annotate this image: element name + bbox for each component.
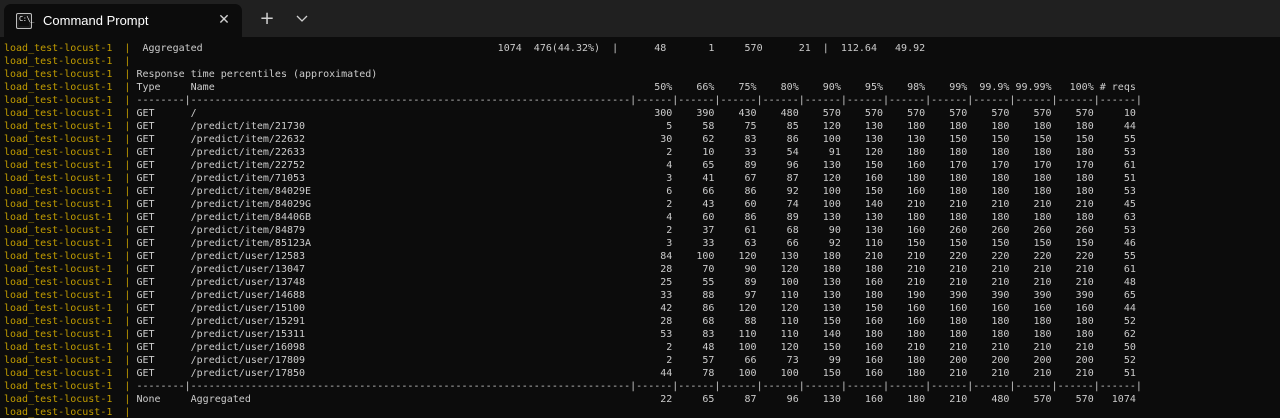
terminal-line: load_test-locust-1 | GET /predict/item/8…: [4, 198, 1280, 211]
terminal-line: load_test-locust-1 | Response time perce…: [4, 68, 1280, 81]
container-prefix: load_test-locust-1 |: [4, 147, 137, 158]
tab-title: Command Prompt: [43, 13, 149, 28]
line-text: GET /predict/item/84406B 4 60 86 89 130 …: [136, 212, 1136, 223]
terminal-line: load_test-locust-1 | GET /predict/user/1…: [4, 302, 1280, 315]
terminal-line: load_test-locust-1 | None Aggregated 22 …: [4, 393, 1280, 406]
line-text: Response time percentiles (approximated): [136, 69, 378, 80]
container-prefix: load_test-locust-1 |: [4, 82, 137, 93]
terminal-line: load_test-locust-1 | GET / 300 390 430 4…: [4, 107, 1280, 120]
terminal-line: load_test-locust-1 | --------|----------…: [4, 380, 1280, 393]
line-text: GET /predict/user/13748 25 55 89 100 130…: [136, 277, 1136, 288]
terminal-line: load_test-locust-1 | GET /predict/user/1…: [4, 354, 1280, 367]
line-text: GET /predict/item/84029G 2 43 60 74 100 …: [136, 199, 1136, 210]
terminal-line: load_test-locust-1 | GET /predict/user/1…: [4, 341, 1280, 354]
container-prefix: load_test-locust-1 |: [4, 264, 137, 275]
line-text: GET /predict/user/17809 2 57 66 73 99 16…: [136, 355, 1136, 366]
container-prefix: load_test-locust-1 |: [4, 381, 137, 392]
container-prefix: load_test-locust-1 |: [4, 238, 137, 249]
terminal-line: load_test-locust-1 | GET /predict/item/7…: [4, 172, 1280, 185]
container-prefix: load_test-locust-1 |: [4, 173, 137, 184]
close-tab-icon[interactable]: ✕: [216, 12, 232, 28]
container-prefix: load_test-locust-1 |: [4, 186, 137, 197]
container-prefix: load_test-locust-1 |: [4, 121, 137, 132]
line-text: None Aggregated 22 65 87 96 130 160 180 …: [136, 394, 1136, 405]
container-prefix: load_test-locust-1 |: [4, 225, 137, 236]
container-prefix: load_test-locust-1 |: [4, 134, 137, 145]
container-prefix: load_test-locust-1 |: [4, 160, 137, 171]
line-text: GET /predict/item/21730 5 58 75 85 120 1…: [136, 121, 1136, 132]
terminal-line: load_test-locust-1 | GET /predict/item/2…: [4, 133, 1280, 146]
terminal-line: load_test-locust-1 | GET /predict/user/1…: [4, 315, 1280, 328]
line-text: GET /predict/item/22752 4 65 89 96 130 1…: [136, 160, 1136, 171]
line-text: GET /predict/user/15291 28 68 88 110 150…: [136, 316, 1136, 327]
terminal-line: load_test-locust-1 | GET /predict/item/2…: [4, 159, 1280, 172]
container-prefix: load_test-locust-1 |: [4, 329, 137, 340]
container-prefix: load_test-locust-1 |: [4, 394, 137, 405]
terminal-line: load_test-locust-1 | GET /predict/item/2…: [4, 120, 1280, 133]
line-text: GET /predict/item/84029E 6 66 86 92 100 …: [136, 186, 1136, 197]
line-text: GET /predict/item/85123A 3 33 63 66 92 1…: [136, 238, 1136, 249]
line-text: GET /predict/item/22633 2 10 33 54 91 12…: [136, 147, 1136, 158]
container-prefix: load_test-locust-1 |: [4, 69, 137, 80]
container-prefix: load_test-locust-1 |: [4, 251, 137, 262]
terminal-line: load_test-locust-1 |: [4, 406, 1280, 418]
cmd-icon-glyph: C:\_: [19, 14, 34, 23]
terminal-line: load_test-locust-1 | Aggregated 1074 476…: [4, 42, 1280, 55]
container-prefix: load_test-locust-1 |: [4, 95, 137, 106]
terminal-line: load_test-locust-1 | GET /predict/user/1…: [4, 263, 1280, 276]
terminal-line: load_test-locust-1 | GET /predict/item/8…: [4, 211, 1280, 224]
chevron-down-svg: [296, 15, 308, 22]
chevron-down-icon[interactable]: [294, 10, 310, 28]
line-text: Aggregated 1074 476(44.32%) | 48 1 570 2…: [136, 43, 926, 54]
line-text: GET /predict/user/14688 33 88 97 110 130…: [136, 290, 1136, 301]
cmd-icon: C:\_: [16, 12, 34, 29]
line-text: GET /predict/item/71053 3 41 67 87 120 1…: [136, 173, 1136, 184]
container-prefix: load_test-locust-1 |: [4, 199, 137, 210]
container-prefix: load_test-locust-1 |: [4, 43, 137, 54]
container-prefix: load_test-locust-1 |: [4, 355, 137, 366]
terminal-line: load_test-locust-1 | GET /predict/user/1…: [4, 250, 1280, 263]
tab-command-prompt[interactable]: C:\_ Command Prompt ✕: [4, 4, 242, 37]
terminal-line: load_test-locust-1 | --------|----------…: [4, 94, 1280, 107]
terminal-line: load_test-locust-1 | GET /predict/user/1…: [4, 276, 1280, 289]
line-text: GET /predict/item/84879 2 37 61 68 90 13…: [136, 225, 1136, 236]
container-prefix: load_test-locust-1 |: [4, 342, 137, 353]
line-text: --------|-------------------------------…: [136, 95, 1142, 106]
container-prefix: load_test-locust-1 |: [4, 303, 137, 314]
terminal-line: load_test-locust-1 | GET /predict/item/2…: [4, 146, 1280, 159]
new-tab-plus-icon[interactable]: +: [258, 10, 276, 28]
container-prefix: load_test-locust-1 |: [4, 277, 137, 288]
container-prefix: load_test-locust-1 |: [4, 316, 137, 327]
line-text: GET /predict/user/15100 42 86 120 120 13…: [136, 303, 1136, 314]
line-text: GET /predict/user/16098 2 48 100 120 150…: [136, 342, 1136, 353]
terminal-line: load_test-locust-1 | GET /predict/user/1…: [4, 328, 1280, 341]
line-text: GET /predict/item/22632 30 62 83 86 100 …: [136, 134, 1136, 145]
title-bar: C:\_ Command Prompt ✕ +: [0, 0, 1280, 37]
terminal-line: load_test-locust-1 | GET /predict/user/1…: [4, 367, 1280, 380]
line-text: Type Name 50% 66% 75% 80% 90% 95% 98% 99…: [136, 82, 1136, 93]
container-prefix: load_test-locust-1 |: [4, 290, 137, 301]
container-prefix: load_test-locust-1 |: [4, 56, 137, 67]
container-prefix: load_test-locust-1 |: [4, 407, 137, 418]
container-prefix: load_test-locust-1 |: [4, 212, 137, 223]
line-text: GET /predict/user/12583 84 100 120 130 1…: [136, 251, 1136, 262]
line-text: GET /predict/user/13047 28 70 90 120 180…: [136, 264, 1136, 275]
terminal-output[interactable]: load_test-locust-1 | Aggregated 1074 476…: [0, 42, 1280, 418]
line-text: GET /predict/user/15311 53 83 110 110 14…: [136, 329, 1136, 340]
line-text: --------|-------------------------------…: [136, 381, 1142, 392]
container-prefix: load_test-locust-1 |: [4, 108, 137, 119]
container-prefix: load_test-locust-1 |: [4, 368, 137, 379]
line-text: GET /predict/user/17850 44 78 100 100 15…: [136, 368, 1136, 379]
terminal-line: load_test-locust-1 | GET /predict/item/8…: [4, 185, 1280, 198]
terminal-line: load_test-locust-1 | GET /predict/item/8…: [4, 224, 1280, 237]
terminal-line: load_test-locust-1 | Type Name 50% 66% 7…: [4, 81, 1280, 94]
terminal-line: load_test-locust-1 |: [4, 55, 1280, 68]
line-text: GET / 300 390 430 480 570 570 570 570 57…: [136, 108, 1136, 119]
terminal-line: load_test-locust-1 | GET /predict/user/1…: [4, 289, 1280, 302]
terminal-line: load_test-locust-1 | GET /predict/item/8…: [4, 237, 1280, 250]
